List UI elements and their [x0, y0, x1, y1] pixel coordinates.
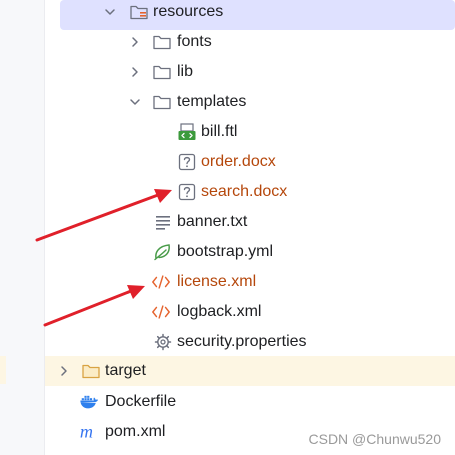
freemarker-file-icon: [178, 123, 196, 140]
text-file-icon: [156, 216, 170, 230]
tree-item-label: lib: [177, 63, 194, 80]
folder-icon: [153, 65, 171, 80]
tree-item-label: Dockerfile: [105, 393, 177, 410]
tree-item-templates[interactable]: templates: [45, 87, 455, 117]
tree-item-order-docx[interactable]: order.docx: [45, 147, 455, 177]
chevron-down-icon[interactable]: [128, 95, 142, 109]
chevron-right-icon[interactable]: [128, 65, 142, 79]
tree-item-label: fonts: [177, 33, 212, 50]
project-tree: resources fonts lib templates bill.ftl o…: [45, 0, 455, 455]
excluded-folder-icon: [82, 364, 100, 379]
tree-item-label: pom.xml: [105, 423, 166, 440]
left-gutter: [0, 0, 44, 455]
tree-item-license-xml[interactable]: license.xml: [45, 267, 455, 297]
folder-icon: [153, 95, 171, 110]
tree-item-label: security.properties: [177, 333, 307, 350]
chevron-down-icon[interactable]: [103, 5, 117, 19]
watermark: CSDN @Chunwu520: [308, 431, 442, 447]
tree-item-security-properties[interactable]: security.properties: [45, 327, 455, 357]
unknown-file-icon: [178, 183, 196, 201]
tree-item-lib[interactable]: lib: [45, 57, 455, 87]
tree-item-label: banner.txt: [177, 213, 248, 230]
folder-icon: [153, 35, 171, 50]
tree-item-bill-ftl[interactable]: bill.ftl: [45, 117, 455, 147]
tree-item-fonts[interactable]: fonts: [45, 27, 455, 57]
tree-item-label: bootstrap.yml: [177, 243, 274, 260]
tree-item-label: templates: [177, 93, 247, 110]
tree-item-label: logback.xml: [177, 303, 262, 320]
tree-item-banner-txt[interactable]: banner.txt: [45, 207, 455, 237]
tree-item-label: resources: [153, 3, 224, 20]
chevron-right-icon[interactable]: [128, 35, 142, 49]
chevron-right-icon[interactable]: [57, 364, 71, 378]
maven-icon: m: [80, 423, 93, 441]
xml-file-icon: [152, 305, 170, 319]
tree-item-label: bill.ftl: [201, 123, 238, 140]
tree-item-search-docx[interactable]: search.docx: [45, 177, 455, 207]
tree-item-label: license.xml: [177, 273, 257, 290]
tree-item-target[interactable]: target: [45, 356, 455, 386]
svg-text:m: m: [80, 423, 93, 441]
tree-item-label: search.docx: [201, 183, 288, 200]
docker-icon: [80, 395, 99, 409]
tree-item-bootstrap-yml[interactable]: bootstrap.yml: [45, 237, 455, 267]
xml-file-icon: [152, 275, 170, 289]
spring-yaml-icon: [154, 244, 170, 261]
gutter-highlight: [0, 356, 6, 384]
tree-item-label: target: [105, 362, 146, 379]
gear-icon: [154, 333, 172, 351]
tree-item-logback-xml[interactable]: logback.xml: [45, 297, 455, 327]
tree-item-dockerfile[interactable]: Dockerfile: [45, 387, 455, 417]
tree-item-label: order.docx: [201, 153, 276, 170]
selection-highlight: [60, 0, 455, 30]
resources-folder-icon: [130, 5, 148, 20]
unknown-file-icon: [178, 153, 196, 171]
